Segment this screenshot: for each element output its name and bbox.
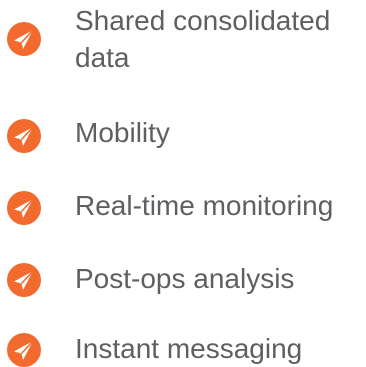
feature-list: Shared consolidated data Mobility Real-ti… <box>0 0 366 367</box>
paper-plane-check-icon <box>7 333 41 367</box>
feature-label: Mobility <box>75 117 170 148</box>
paper-plane-check-icon <box>7 22 41 56</box>
paper-plane-check-icon <box>7 119 41 153</box>
feature-label: Shared consolidated data <box>75 5 331 73</box>
feature-label: Post-ops analysis <box>75 263 295 294</box>
feature-label: Real-time monitoring <box>75 190 334 221</box>
paper-plane-check-icon <box>7 263 41 297</box>
paper-plane-check-icon <box>7 191 41 225</box>
feature-label: Instant messaging <box>75 333 303 364</box>
